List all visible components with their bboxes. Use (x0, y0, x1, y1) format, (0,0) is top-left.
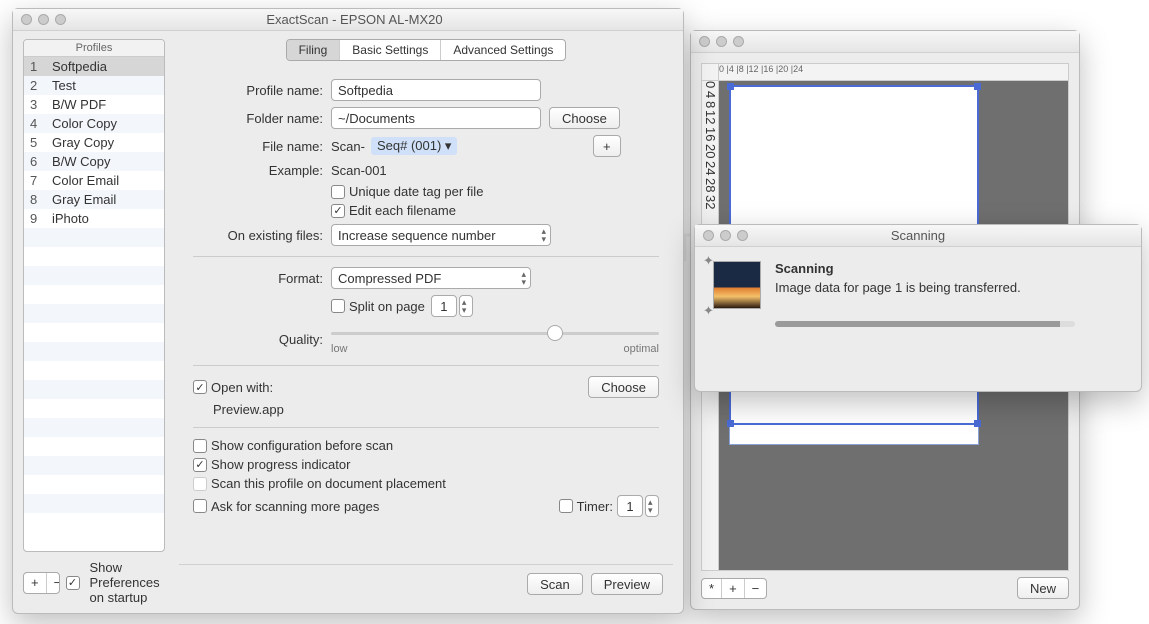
quality-low: low (331, 343, 348, 355)
existing-label: On existing files: (193, 228, 323, 243)
minimize-icon (720, 230, 731, 241)
scan-thumbnail (713, 261, 761, 309)
dialog-message: Image data for page 1 is being transferr… (775, 280, 1075, 295)
quality-optimal: optimal (624, 343, 659, 355)
scanning-dialog: Scanning ✦ ✦ Scanning Image data for pag… (694, 224, 1142, 392)
ask-more-checkbox[interactable] (193, 499, 207, 513)
show-prefs-label: Show Preferences on startup (90, 560, 166, 605)
profile-row[interactable]: 7Color Email (24, 171, 164, 190)
plus-button[interactable]: + (722, 579, 745, 598)
minimize-icon[interactable] (716, 36, 727, 47)
profile-name-input[interactable] (331, 79, 541, 101)
main-window: ExactScan - EPSON AL-MX20 Profiles 1Soft… (12, 8, 684, 614)
unique-date-checkbox[interactable] (331, 185, 345, 199)
timer-label: Timer: (577, 499, 613, 514)
show-progress-checkbox[interactable] (193, 458, 207, 472)
profile-row[interactable]: 1Softpedia (24, 57, 164, 76)
tab-advanced[interactable]: Advanced Settings (441, 40, 565, 60)
ruler-horizontal: 0 |4 |8 |12 |16 |20 |24 (719, 63, 1069, 81)
show-prefs-checkbox[interactable] (66, 576, 80, 590)
show-progress-label: Show progress indicator (211, 457, 350, 472)
profile-row[interactable]: 2Test (24, 76, 164, 95)
unique-date-label: Unique date tag per file (349, 184, 483, 199)
tab-filing[interactable]: Filing (287, 40, 341, 60)
profile-row[interactable]: 8Gray Email (24, 190, 164, 209)
show-config-label: Show configuration before scan (211, 438, 393, 453)
open-with-checkbox[interactable] (193, 380, 207, 394)
add-profile-button[interactable]: + (24, 573, 47, 593)
quality-slider[interactable] (331, 323, 659, 343)
ask-more-label: Ask for scanning more pages (211, 499, 379, 514)
split-page-checkbox[interactable] (331, 299, 345, 313)
format-select[interactable]: Compressed PDF▴▾ (331, 267, 531, 289)
settings-tabs[interactable]: Filing Basic Settings Advanced Settings (286, 39, 567, 61)
quality-label: Quality: (193, 332, 323, 347)
profiles-list[interactable]: Profiles 1Softpedia2Test3B/W PDF4Color C… (23, 39, 165, 552)
profile-row[interactable]: 4Color Copy (24, 114, 164, 133)
profile-name-label: Profile name: (193, 83, 323, 98)
star-button[interactable]: * (702, 579, 722, 598)
preview-button[interactable]: Preview (591, 573, 663, 595)
main-titlebar: ExactScan - EPSON AL-MX20 (13, 9, 683, 31)
timer-checkbox[interactable] (559, 499, 573, 513)
timer-value[interactable] (617, 495, 643, 517)
split-page-value[interactable] (431, 295, 457, 317)
profile-row[interactable]: 9iPhoto (24, 209, 164, 228)
split-page-label: Split on page (349, 299, 425, 314)
show-config-checkbox[interactable] (193, 439, 207, 453)
choose-folder-button[interactable]: Choose (549, 107, 620, 129)
add-token-button[interactable]: + (593, 135, 621, 157)
dialog-title: Scanning (703, 228, 1133, 243)
close-icon[interactable] (699, 36, 710, 47)
existing-select[interactable]: Increase sequence number▴▾ (331, 224, 551, 246)
seq-token[interactable]: Seq# (001) ▾ (371, 137, 457, 155)
profiles-header: Profiles (24, 40, 164, 57)
zoom-icon[interactable] (733, 36, 744, 47)
new-button[interactable]: New (1017, 577, 1069, 599)
dialog-heading: Scanning (775, 261, 1075, 276)
folder-name-label: Folder name: (193, 111, 323, 126)
open-with-label: Open with: (211, 380, 273, 395)
zoom-icon (737, 230, 748, 241)
scan-placement-label: Scan this profile on document placement (211, 476, 446, 491)
edit-filename-checkbox[interactable] (331, 204, 345, 218)
profile-row[interactable]: 3B/W PDF (24, 95, 164, 114)
example-label: Example: (193, 163, 323, 178)
preview-titlebar (691, 31, 1079, 53)
example-value: Scan-001 (331, 163, 387, 178)
preview-seg[interactable]: * + − (701, 578, 767, 599)
edit-filename-label: Edit each filename (349, 203, 456, 218)
profile-row[interactable]: 5Gray Copy (24, 133, 164, 152)
profile-row[interactable]: 6B/W Copy (24, 152, 164, 171)
folder-name-input[interactable] (331, 107, 541, 129)
window-title: ExactScan - EPSON AL-MX20 (74, 12, 635, 27)
tab-basic[interactable]: Basic Settings (340, 40, 441, 60)
timer-stepper[interactable]: ▴▾ (645, 495, 659, 517)
minus-button[interactable]: − (745, 579, 767, 598)
scan-placement-checkbox (193, 477, 207, 491)
choose-app-button[interactable]: Choose (588, 376, 659, 398)
remove-profile-button[interactable]: − (47, 573, 60, 593)
close-icon[interactable] (703, 230, 714, 241)
ruler-corner (701, 63, 719, 81)
file-name-input[interactable]: Scan- Seq# (001) ▾ (331, 137, 585, 155)
minimize-icon[interactable] (38, 14, 49, 25)
close-icon[interactable] (21, 14, 32, 25)
scan-button[interactable]: Scan (527, 573, 583, 595)
open-with-app: Preview.app (213, 402, 284, 417)
progress-bar (775, 321, 1075, 327)
file-name-label: File name: (193, 139, 323, 154)
zoom-icon[interactable] (55, 14, 66, 25)
format-label: Format: (193, 271, 323, 286)
split-stepper[interactable]: ▴▾ (459, 295, 473, 317)
